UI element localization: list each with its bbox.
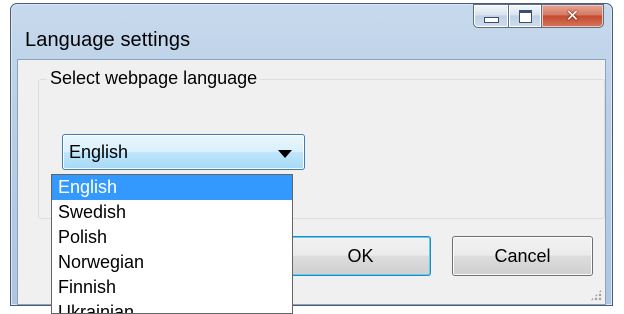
caption-buttons: ✕	[473, 4, 604, 30]
maximize-button[interactable]	[509, 4, 542, 28]
dropdown-option-ukrainian[interactable]: Ukrainian	[52, 300, 292, 313]
dropdown-option-polish[interactable]: Polish	[52, 225, 292, 250]
title-bar[interactable]: Language settings ✕	[11, 4, 612, 56]
minimize-icon	[483, 17, 499, 23]
minimize-button[interactable]	[473, 4, 509, 28]
dropdown-option-english[interactable]: English	[52, 175, 292, 200]
resize-grip-icon[interactable]	[590, 289, 602, 301]
maximize-icon	[518, 9, 532, 23]
dropdown-option-norwegian[interactable]: Norwegian	[52, 250, 292, 275]
chevron-down-icon[interactable]	[278, 150, 292, 158]
window-title: Language settings	[25, 29, 191, 51]
language-dropdown-list[interactable]: English Swedish Polish Norwegian Finnish…	[51, 174, 293, 314]
combobox-value: English	[69, 142, 129, 162]
cancel-button[interactable]: Cancel	[452, 236, 593, 276]
language-combobox[interactable]: English	[62, 134, 305, 170]
dropdown-option-finnish[interactable]: Finnish	[52, 275, 292, 300]
ok-button[interactable]: OK	[290, 236, 431, 276]
dropdown-option-swedish[interactable]: Swedish	[52, 200, 292, 225]
groupbox-label: Select webpage language	[47, 68, 261, 89]
close-button[interactable]: ✕	[542, 4, 604, 28]
close-icon: ✕	[565, 5, 580, 25]
